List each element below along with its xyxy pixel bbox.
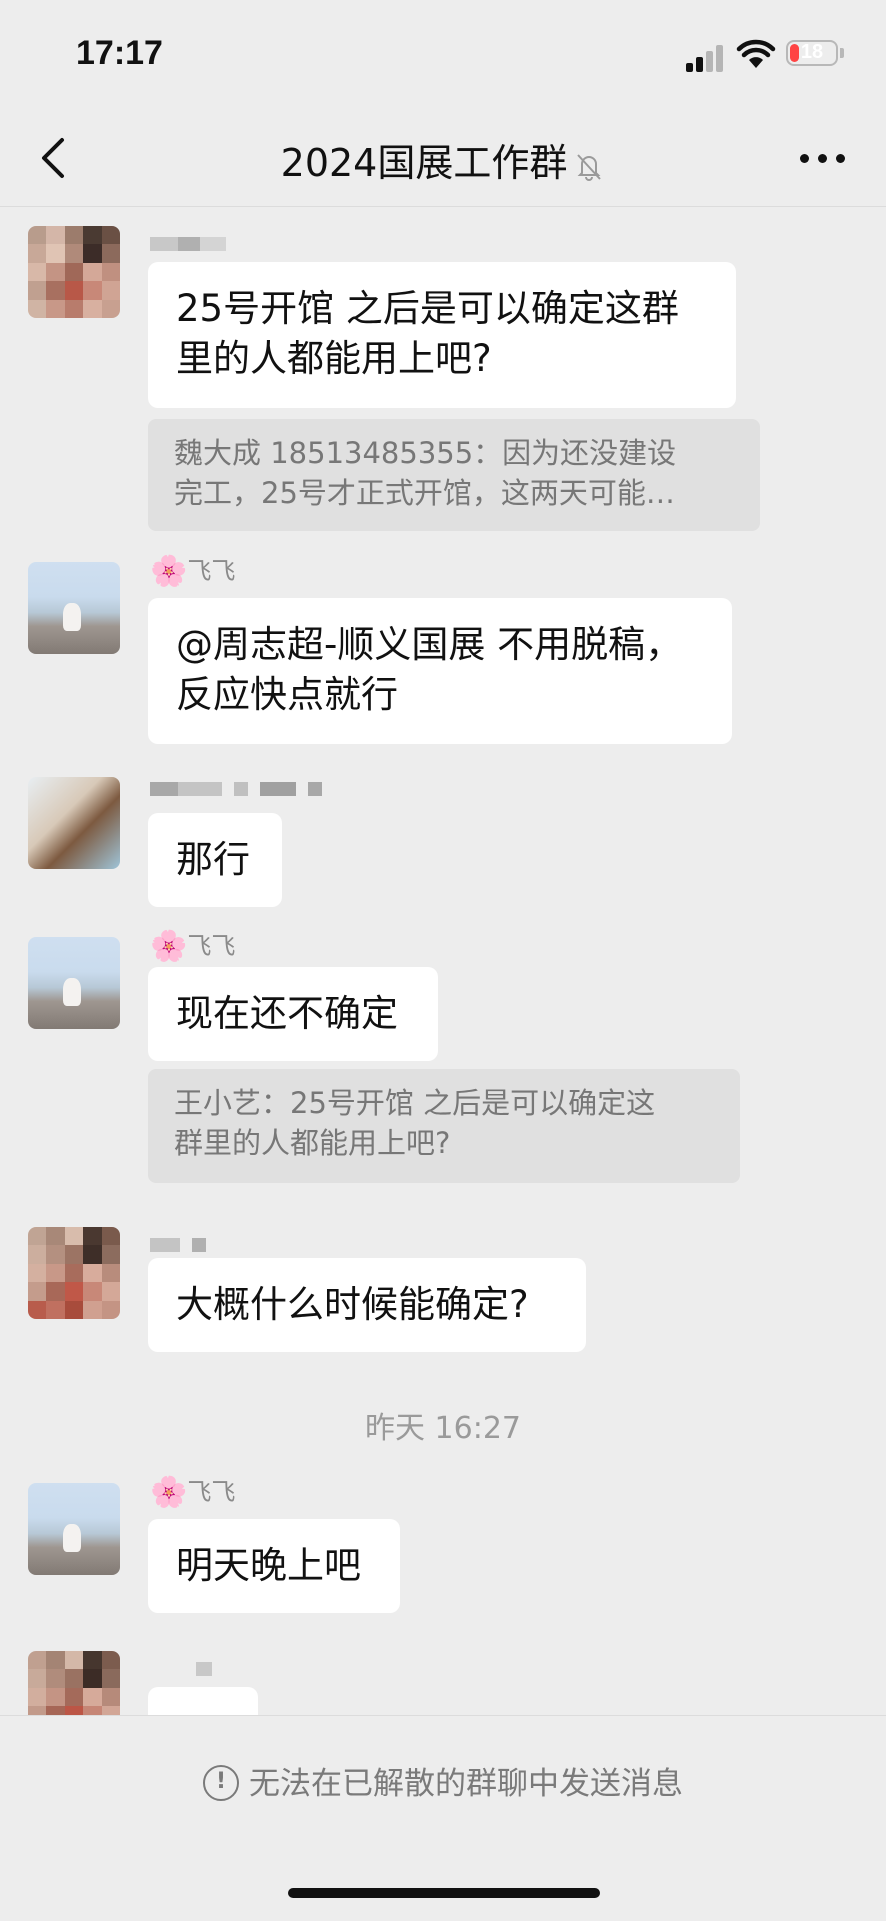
disbanded-notice: ! 无法在已解散的群聊中发送消息	[0, 1758, 886, 1804]
message-line: 那行	[176, 838, 250, 881]
quoted-message[interactable]: 王小艺：25号开馆 之后是可以确定这 群里的人都能用上吧?	[148, 1069, 740, 1183]
status-bar: 17:17 18	[0, 0, 886, 110]
sender-name	[150, 1229, 206, 1259]
message-bubble[interactable]: 那行	[148, 813, 282, 907]
avatar[interactable]	[28, 562, 120, 654]
sender-name	[150, 773, 322, 803]
message-bubble[interactable]: 现在还不确定	[148, 967, 438, 1061]
message-bubble[interactable]: 25号开馆 之后是可以确定这群 里的人都能用上吧?	[148, 262, 736, 408]
quote-line: 完工，25号才正式开馆，这两天可能…	[174, 476, 675, 510]
sender-name: 🌸飞飞	[150, 929, 236, 964]
chat-header: 2024国展工作群	[0, 110, 886, 207]
flower-icon: 🌸	[150, 554, 188, 589]
quote-line: 王小艺：25号开馆 之后是可以确定这	[174, 1086, 656, 1120]
avatar[interactable]	[28, 1651, 120, 1715]
bell-slash-icon	[577, 153, 602, 181]
battery-nub	[840, 48, 844, 58]
more-dots-icon[interactable]	[798, 146, 848, 170]
message-bubble[interactable]: ✌	[148, 1687, 258, 1715]
avatar[interactable]	[28, 1227, 120, 1319]
sender-name	[150, 228, 226, 258]
status-time: 17:17	[76, 34, 163, 72]
message-bubble[interactable]: 明天晚上吧	[148, 1519, 400, 1613]
quote-line: 群里的人都能用上吧?	[174, 1126, 451, 1160]
battery-icon: 18	[786, 40, 838, 66]
sender-name: 🌸飞飞	[150, 1475, 236, 1510]
avatar[interactable]	[28, 1483, 120, 1575]
wifi-icon	[736, 39, 776, 68]
time-divider: 昨天 16:27	[365, 1411, 521, 1446]
message-line: 明天晚上吧	[176, 1544, 361, 1587]
chat-title-wrap: 2024国展工作群	[0, 132, 886, 187]
message-line: 反应快点就行	[176, 673, 398, 716]
quote-line: 魏大成 18513485355：因为还没建设	[174, 436, 677, 470]
avatar[interactable]	[28, 777, 120, 869]
flower-icon: 🌸	[150, 1475, 188, 1510]
sender-name: 🌸飞飞	[150, 554, 236, 589]
message-line: 现在还不确定	[176, 992, 398, 1035]
message-bubble[interactable]: 大概什么时候能确定?	[148, 1258, 586, 1352]
info-circle-icon: !	[203, 1764, 239, 1801]
message-line: 25号开馆 之后是可以确定这群	[176, 287, 679, 330]
chat-title: 2024国展工作群	[280, 141, 568, 185]
quoted-message[interactable]: 魏大成 18513485355：因为还没建设 完工，25号才正式开馆，这两天可能…	[148, 419, 760, 531]
message-line: 大概什么时候能确定?	[176, 1283, 529, 1326]
message-bubble[interactable]: @周志超-顺义国展 不用脱稿， 反应快点就行	[148, 598, 732, 744]
notice-text: 无法在已解散的群聊中发送消息	[249, 1766, 683, 1802]
avatar[interactable]	[28, 226, 120, 318]
message-list[interactable]: 25号开馆 之后是可以确定这群 里的人都能用上吧? 魏大成 1851348535…	[0, 207, 886, 1715]
sender-name	[150, 1653, 212, 1683]
message-line: 里的人都能用上吧?	[176, 337, 492, 380]
avatar[interactable]	[28, 937, 120, 1029]
home-indicator[interactable]	[288, 1888, 600, 1898]
cellular-signal-icon	[686, 42, 726, 72]
message-line: @周志超-顺义国展 不用脱稿，	[176, 623, 683, 666]
flower-icon: 🌸	[150, 929, 188, 964]
battery-level: 18	[800, 41, 824, 63]
